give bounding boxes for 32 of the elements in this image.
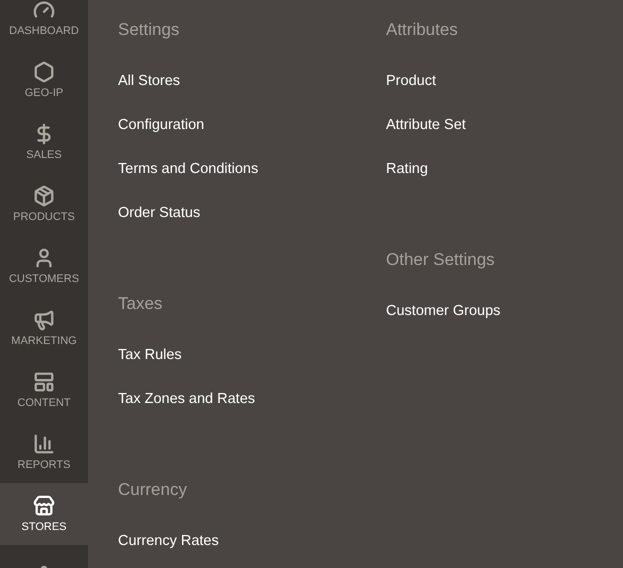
menu-link[interactable]: Currency Rates [118, 531, 219, 553]
menu-link[interactable]: Configuration [118, 115, 204, 137]
menu-link[interactable]: Product [386, 71, 436, 93]
hexagon-icon [33, 60, 55, 82]
section-title: Attributes [386, 19, 458, 41]
nav-item[interactable]: CONTENT [0, 359, 88, 421]
menu-link[interactable]: Order Status [118, 203, 200, 225]
section-title: Taxes [118, 293, 162, 315]
megaphone-icon [33, 308, 55, 330]
nav-item[interactable]: CUSTOMERS [0, 235, 88, 297]
layout-icon [33, 370, 55, 392]
nav-item[interactable]: STORES [0, 483, 88, 545]
menu-link[interactable]: Tax Rules [118, 345, 182, 367]
bar-chart-icon [33, 432, 55, 454]
menu-link[interactable]: All Stores [118, 71, 180, 93]
section-title: Settings [118, 19, 180, 41]
menu-link[interactable]: Rating [386, 159, 428, 181]
section-title: Other Settings [386, 249, 495, 271]
menu-link[interactable]: Tax Zones and Rates [118, 389, 256, 411]
gauge-icon [33, 0, 55, 20]
nav-item[interactable]: GEO-IP [0, 49, 88, 111]
nav-item[interactable]: PRODUCTS [0, 173, 88, 235]
nav-item[interactable]: DASHBOARD [0, 0, 88, 49]
nav-item[interactable]: SALES [0, 111, 88, 173]
menu-link[interactable]: Attribute Set [386, 115, 466, 137]
nav-item[interactable]: REPORTS [0, 421, 88, 483]
box-icon [33, 184, 55, 206]
section-title: Currency [118, 479, 187, 501]
menu-link[interactable]: Customer Groups [386, 301, 500, 323]
store-icon [33, 494, 55, 516]
nav-item[interactable]: MARKETING [0, 297, 88, 359]
menu-link[interactable]: Terms and Conditions [118, 159, 258, 181]
